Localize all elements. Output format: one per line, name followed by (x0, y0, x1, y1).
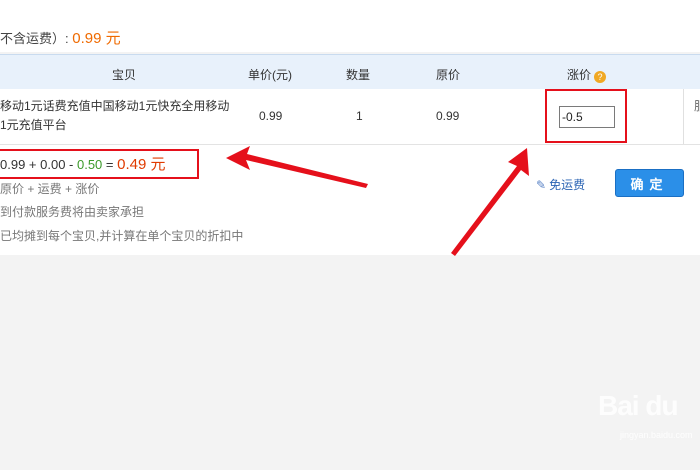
annotation-arrows (226, 146, 529, 256)
watermark-url: jingyan.baidu.com (620, 430, 693, 440)
watermark-logo: Bai du (598, 390, 679, 421)
arrow-left-icon (226, 146, 368, 188)
arrow-up-icon (451, 148, 529, 256)
baidu-watermark: Bai du jingyan.baidu.com (598, 378, 698, 458)
